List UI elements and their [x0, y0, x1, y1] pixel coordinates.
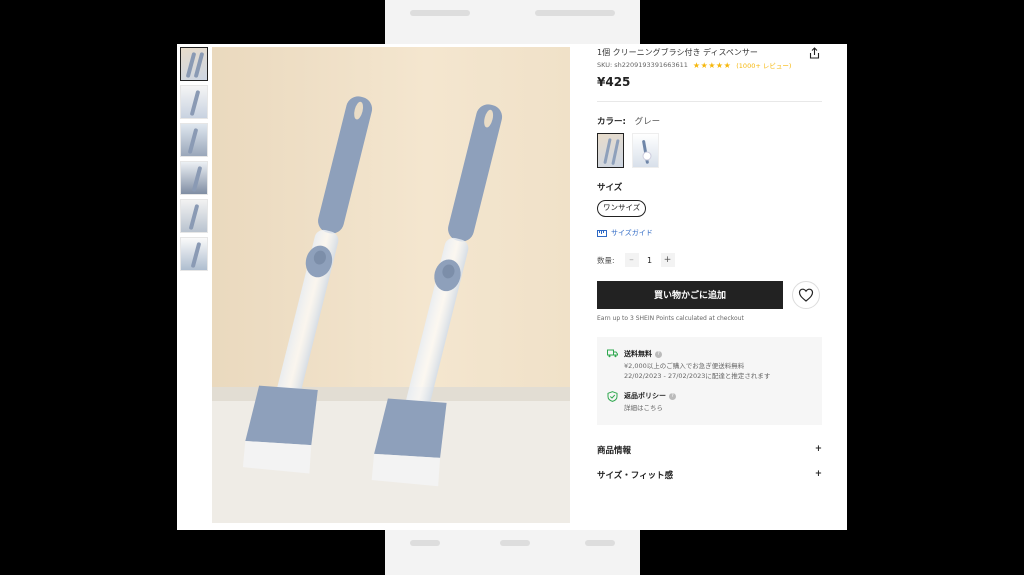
return-policy-title: 返品ポリシー — [624, 392, 666, 400]
size-option-one-size[interactable]: ワンサイズ — [597, 200, 647, 217]
color-value: グレー — [634, 117, 661, 127]
color-swatch-alt[interactable] — [632, 133, 659, 168]
shipping-info: 送料無料? ¥2,000以上のご購入でお急ぎ便送料無料 22/02/2023 -… — [607, 349, 770, 381]
ruler-icon — [597, 229, 607, 237]
sku-text: SKU: sh2209193391663611 — [597, 61, 688, 69]
thumbnail-4[interactable] — [180, 161, 208, 195]
thumbnail-list — [180, 47, 210, 275]
shipping-line-1: ¥2,000以上のご購入でお急ぎ便送料無料 — [624, 362, 745, 370]
shipping-help-icon[interactable]: ? — [655, 350, 662, 358]
shield-check-icon — [607, 391, 618, 402]
quantity-input[interactable]: 1 — [639, 256, 661, 265]
accordion-size-fit-label: サイズ・フィット感 — [597, 471, 674, 481]
thumbnail-3[interactable] — [180, 123, 208, 157]
share-icon[interactable] — [809, 47, 820, 59]
quantity-label: 数量: — [597, 255, 615, 265]
quantity-stepper: 数量: – 1 + — [597, 253, 675, 267]
review-count-link[interactable]: (1000+ レビュー) — [736, 60, 791, 70]
size-guide-label: サイズガイド — [611, 229, 653, 237]
thumbnail-5[interactable] — [180, 199, 208, 233]
heart-icon — [798, 288, 814, 302]
divider — [597, 101, 822, 102]
accordion-product-info[interactable]: 商品情報 + — [597, 444, 822, 460]
thumbnail-1[interactable] — [180, 47, 208, 81]
thumbnail-6[interactable] — [180, 237, 208, 271]
truck-icon — [607, 349, 618, 358]
size-guide-link[interactable]: サイズガイド — [597, 228, 653, 238]
product-title: 1個 クリーニングブラシ付き ディスペンサー — [597, 48, 758, 57]
accordion-product-info-label: 商品情報 — [597, 446, 632, 456]
quantity-decrease-button[interactable]: – — [624, 253, 639, 267]
color-row: カラー: グレー — [597, 115, 660, 127]
thumbnail-2[interactable] — [180, 85, 208, 119]
product-detail-panel: 1個 クリーニングブラシ付き ディスペンサー SKU: sh2209193391… — [597, 44, 822, 530]
size-label: サイズ — [597, 183, 623, 193]
sku-rating-row: SKU: sh2209193391663611 ★★★★★ (1000+ レビュ… — [597, 60, 791, 71]
main-product-image — [212, 47, 570, 523]
wishlist-button[interactable] — [792, 281, 820, 309]
shipping-title: 送料無料 — [624, 350, 652, 358]
shipping-returns-box: 送料無料? ¥2,000以上のご購入でお急ぎ便送料無料 22/02/2023 -… — [597, 337, 822, 425]
return-help-icon[interactable]: ? — [669, 392, 676, 400]
color-swatch-grey[interactable] — [597, 133, 624, 168]
accordion-size-fit[interactable]: サイズ・フィット感 + — [597, 469, 822, 485]
points-note: Earn up to 3 SHEIN Points calculated at … — [597, 315, 744, 322]
expand-plus-icon: + — [814, 469, 822, 479]
add-to-cart-button[interactable]: 買い物かごに追加 — [597, 281, 783, 309]
product-price: ¥425 — [597, 75, 631, 89]
shipping-line-2: 22/02/2023 - 27/02/2023に配達と推定されます — [624, 371, 771, 380]
return-details-link[interactable]: 詳細はこちら — [624, 404, 676, 414]
return-policy-info: 返品ポリシー? 詳細はこちら — [607, 391, 676, 414]
color-label: カラー: — [597, 117, 626, 127]
rating-stars-icon: ★★★★★ — [692, 60, 732, 70]
quantity-increase-button[interactable]: + — [660, 253, 675, 267]
expand-plus-icon: + — [814, 444, 822, 454]
product-card: 1個 クリーニングブラシ付き ディスペンサー SKU: sh2209193391… — [177, 44, 847, 530]
